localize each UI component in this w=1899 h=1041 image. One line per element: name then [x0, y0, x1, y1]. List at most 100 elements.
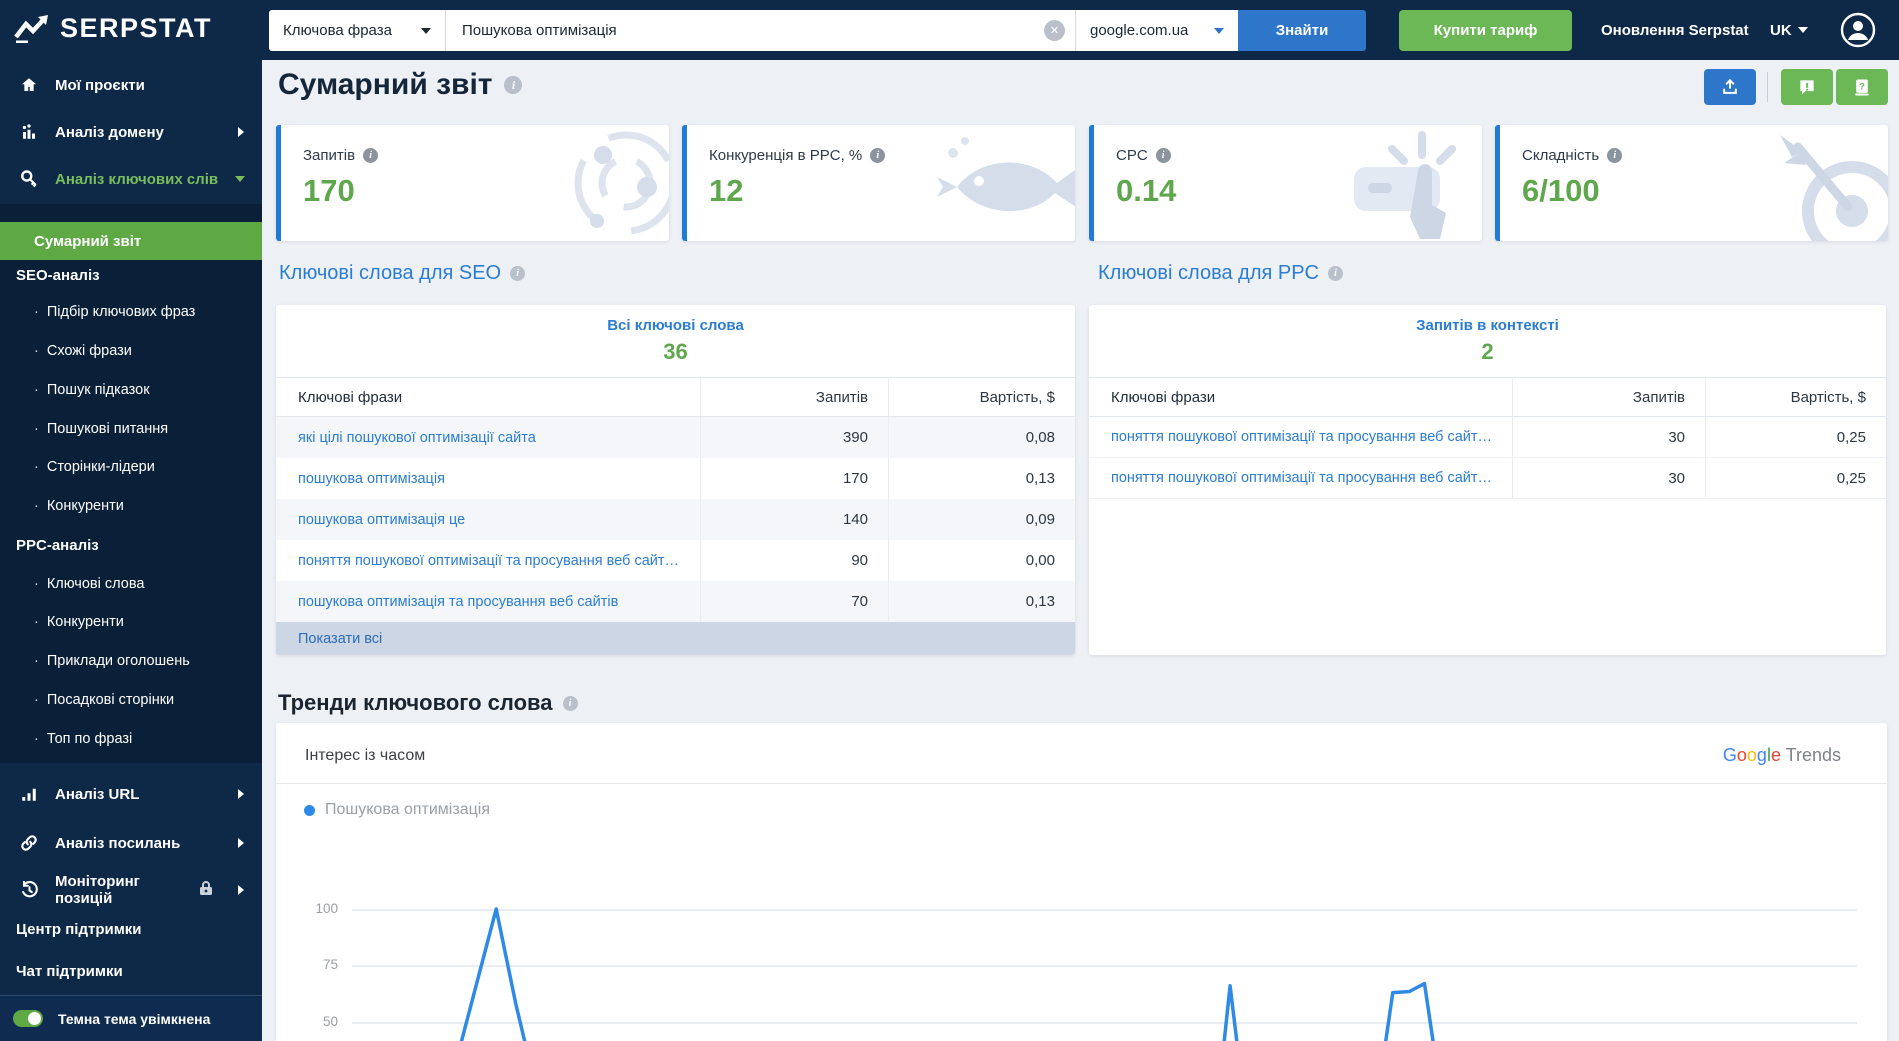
sidebar-item-url-analysis[interactable]: Аналіз URL	[0, 777, 262, 811]
keyword-link[interactable]: поняття пошукової оптимізації та просува…	[1111, 429, 1492, 445]
sidebar-item-support-chat[interactable]: Чат підтримки	[0, 959, 262, 983]
info-icon[interactable]: i	[1328, 266, 1343, 281]
sidebar-item-keyword-analysis[interactable]: Аналіз ключових слів	[0, 162, 262, 196]
chevron-down-icon	[235, 176, 245, 182]
find-button[interactable]: Знайти	[1238, 10, 1366, 51]
table-row[interactable]: поняття пошукової оптимізації та просува…	[1089, 417, 1886, 458]
y-axis-tick: 100	[300, 901, 338, 916]
sidebar-item-ad-examples[interactable]: Приклади оголошень	[0, 649, 262, 673]
search-engine-select[interactable]: google.com.ua	[1075, 10, 1238, 51]
chevron-down-icon	[1798, 27, 1808, 33]
google-letter: o	[1747, 745, 1757, 765]
stat-value: 6/100	[1522, 173, 1600, 209]
cost-cell: 0,08	[888, 417, 1075, 458]
info-icon[interactable]: i	[363, 148, 378, 163]
seo-summary-value: 36	[276, 339, 1075, 365]
sidebar-item-ppc-keywords[interactable]: Ключові слова	[0, 572, 262, 596]
updates-link[interactable]: Оновлення Serpstat	[1601, 0, 1749, 60]
legend-label: Пошукова оптимізація	[325, 801, 490, 819]
clear-search-icon[interactable]: ✕	[1044, 20, 1065, 41]
sidebar-item-keyword-selection[interactable]: Підбір ключових фраз	[0, 300, 262, 324]
volume-cell: 30	[1512, 458, 1705, 498]
table-row[interactable]: пошукова оптимізація це 140 0,09	[276, 499, 1075, 540]
stat-value: 12	[709, 173, 743, 209]
sidebar-item-summary-report[interactable]: Сумарний звіт	[0, 222, 262, 260]
cost-cell: 0,13	[888, 581, 1075, 622]
user-avatar[interactable]	[1840, 12, 1876, 48]
google-letter: e	[1771, 745, 1781, 765]
sidebar-item-backlink-analysis[interactable]: Аналіз посилань	[0, 826, 262, 860]
keyword-link[interactable]: пошукова оптимізація це	[298, 512, 465, 528]
stat-value: 0.14	[1116, 173, 1176, 209]
feedback-button[interactable]	[1781, 69, 1833, 105]
column-header: Ключові фрази	[1089, 378, 1512, 416]
ppc-summary-label[interactable]: Запитів в контексті	[1089, 317, 1886, 334]
info-icon[interactable]: i	[1156, 148, 1171, 163]
language-select[interactable]: UK	[1770, 0, 1808, 60]
sidebar-item-projects[interactable]: Мої проєкти	[0, 68, 262, 102]
buy-plan-button[interactable]: Купити тариф	[1399, 10, 1572, 51]
sidebar-item-label: Аналіз посилань	[55, 835, 223, 852]
sidebar-item-search-suggestions[interactable]: Пошук підказок	[0, 378, 262, 402]
topbar: Ключова фраза ✕ google.com.ua Знайти Куп…	[0, 0, 1899, 60]
keyword-link[interactable]: поняття пошукової оптимізації та просува…	[298, 553, 679, 569]
sidebar: SERPSTAT Мої проєкти Аналіз домену	[0, 0, 262, 1041]
sidebar-item-domain-analysis[interactable]: Аналіз домену	[0, 115, 262, 149]
cost-cell: 0,09	[888, 499, 1075, 540]
sidebar-item-search-questions[interactable]: Пошукові питання	[0, 417, 262, 441]
search-type-select[interactable]: Ключова фраза	[269, 10, 446, 51]
search-type-label: Ключова фраза	[283, 22, 392, 39]
sidebar-item-label: Аналіз URL	[55, 786, 223, 803]
help-button[interactable]: ?	[1836, 69, 1888, 105]
table-row[interactable]: поняття пошукової оптимізації та просува…	[276, 540, 1075, 581]
keyword-link[interactable]: які цілі пошукової оптимізації сайта	[298, 430, 536, 446]
sidebar-item-landing-pages[interactable]: Посадкові сторінки	[0, 688, 262, 712]
keyword-link[interactable]: пошукова оптимізація та просування веб с…	[298, 594, 618, 610]
sidebar-item-support-center[interactable]: Центр підтримки	[0, 917, 262, 941]
sidebar-item-rank-monitoring[interactable]: Моніторинг позицій	[0, 873, 262, 907]
seo-summary-label[interactable]: Всі ключові слова	[276, 317, 1075, 334]
google-trends-logo[interactable]: Google Trends	[1723, 745, 1841, 766]
export-button[interactable]	[1704, 69, 1756, 105]
home-icon	[18, 76, 40, 94]
sidebar-item-related-phrases[interactable]: Схожі фрази	[0, 339, 262, 363]
info-icon[interactable]: i	[563, 696, 578, 711]
sidebar-item-top-pages[interactable]: Сторінки-лідери	[0, 455, 262, 479]
serpstat-logo-icon	[14, 15, 52, 43]
sidebar-item-top-by-phrase[interactable]: Топ по фразі	[0, 727, 262, 751]
seo-keywords-card: Всі ключові слова 36 Ключові фрази Запит…	[276, 305, 1075, 655]
cost-cell: 0,13	[888, 458, 1075, 499]
ppc-summary: Запитів в контексті 2	[1089, 305, 1886, 377]
column-header: Вартість, $	[1705, 378, 1886, 416]
table-row[interactable]: які цілі пошукової оптимізації сайта 390…	[276, 417, 1075, 458]
keyword-link[interactable]: пошукова оптимізація	[298, 471, 445, 487]
info-icon[interactable]: i	[870, 148, 885, 163]
column-header: Запитів	[1512, 378, 1705, 416]
info-icon[interactable]: i	[510, 266, 525, 281]
search-bar: Ключова фраза ✕ google.com.ua Знайти	[269, 10, 1366, 51]
stat-label: Складність	[1522, 147, 1599, 164]
chevron-down-icon	[421, 28, 431, 34]
info-icon[interactable]: i	[1607, 148, 1622, 163]
table-row[interactable]: пошукова оптимізація 170 0,13	[276, 458, 1075, 499]
table-row[interactable]: пошукова оптимізація та просування веб с…	[276, 581, 1075, 622]
sidebar-item-seo-competitors[interactable]: Конкуренти	[0, 494, 262, 518]
page-title-text: Сумарний звіт	[278, 68, 492, 102]
info-icon[interactable]: i	[504, 76, 522, 94]
keyword-link[interactable]: поняття пошукової оптимізації та просува…	[1111, 470, 1492, 486]
volume-cell: 170	[700, 458, 888, 499]
search-input[interactable]	[446, 10, 1075, 51]
sidebar-item-label: Мої проєкти	[55, 77, 262, 94]
url-analysis-icon	[18, 785, 40, 803]
orbit-illustration	[531, 125, 669, 241]
google-letter: o	[1737, 745, 1747, 765]
dark-theme-toggle[interactable]	[13, 1010, 43, 1027]
serpstat-logo[interactable]: SERPSTAT	[14, 13, 212, 44]
stat-value: 170	[303, 173, 355, 209]
table-row[interactable]: поняття пошукової оптимізації та просува…	[1089, 458, 1886, 499]
feedback-icon	[1797, 77, 1817, 97]
show-all-link[interactable]: Показати всі	[298, 631, 382, 647]
stat-card-volume: Запитівi 170	[276, 125, 669, 241]
divider	[1767, 72, 1768, 102]
sidebar-item-ppc-competitors[interactable]: Конкуренти	[0, 610, 262, 634]
